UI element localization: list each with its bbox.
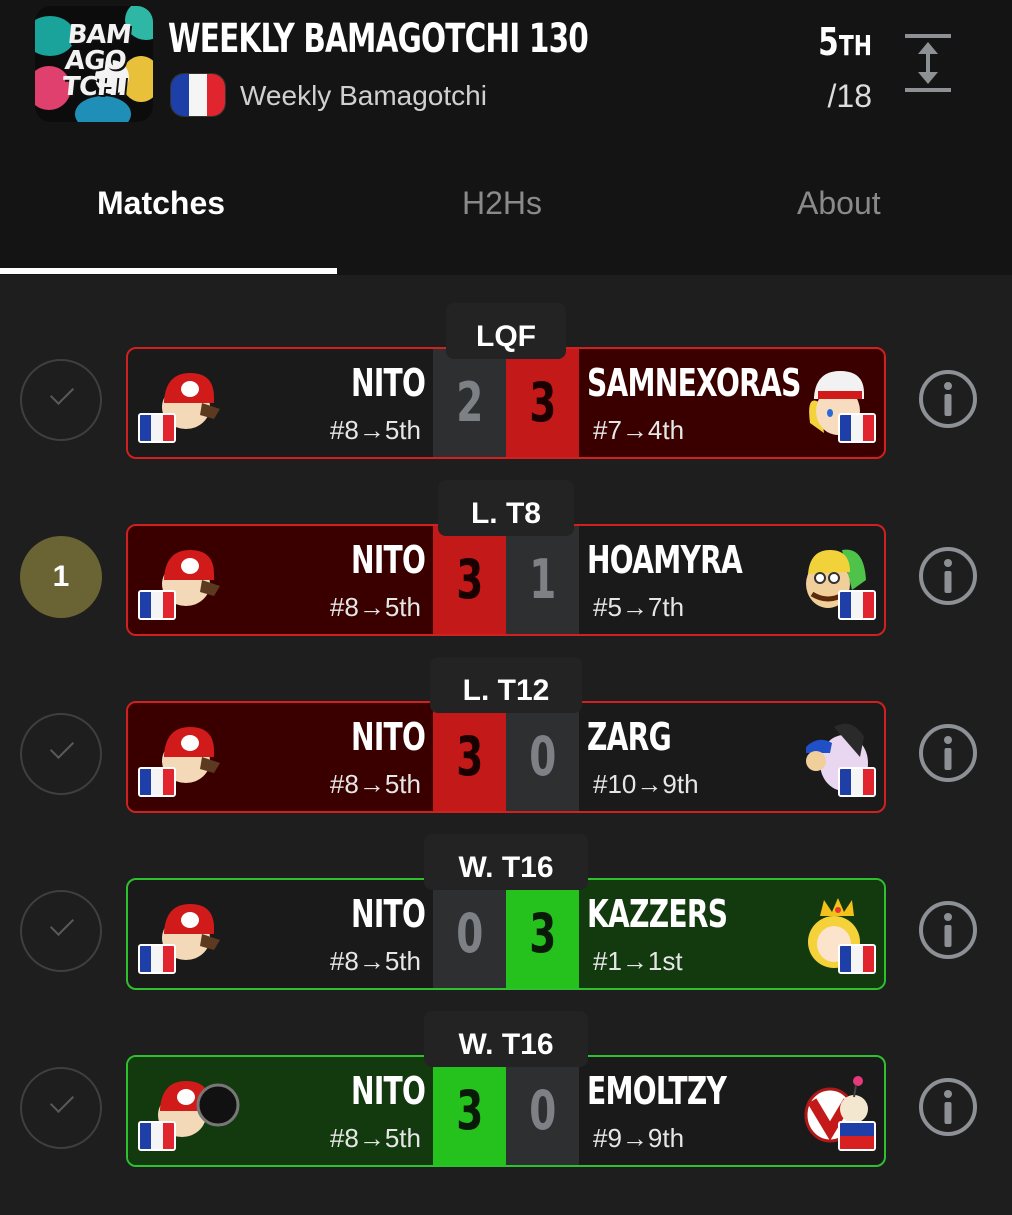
- status-badge: 1: [20, 536, 102, 618]
- france-flag-icon: [138, 1121, 176, 1151]
- placement: 5TH: [818, 20, 872, 64]
- player-name: HOAMYRA: [587, 538, 743, 582]
- france-flag-icon: [138, 413, 176, 443]
- player-seed: #8→5th: [329, 1123, 421, 1153]
- player-name: NITO: [350, 715, 426, 759]
- match-card[interactable]: NITO #8→5th 0 3 KAZZERS #1→1st: [126, 878, 886, 990]
- player-left-score: 3: [433, 1057, 506, 1165]
- tournament-series: Weekly Bamagotchi: [240, 80, 487, 111]
- player-left[interactable]: NITO #8→5th: [128, 1057, 433, 1165]
- player-seed: #1→1st: [593, 946, 683, 976]
- player-right-score: 0: [506, 1057, 579, 1165]
- round-label: W. T16: [424, 834, 588, 890]
- match-info-icon[interactable]: [918, 1077, 978, 1137]
- player-name: NITO: [350, 361, 426, 405]
- tournament-logo: BAM AGO TCHI: [35, 6, 153, 122]
- france-flag-icon: [838, 767, 876, 797]
- france-flag-icon: [138, 944, 176, 974]
- player-name: NITO: [350, 538, 426, 582]
- match-info-icon[interactable]: [918, 546, 978, 606]
- entrant-count: /18: [827, 78, 872, 114]
- france-flag-icon: [838, 944, 876, 974]
- match-card[interactable]: NITO #8→5th 2 3 SAMNEXORAS #7→4th: [126, 347, 886, 459]
- player-right[interactable]: SAMNEXORAS #7→4th: [579, 349, 884, 457]
- completed-check-icon: [20, 713, 102, 795]
- match-row[interactable]: W. T16 NITO #8→5th 3 0 EMOLTZY #9→9th: [0, 1011, 1012, 1215]
- player-right-score: 1: [506, 526, 579, 634]
- placement-number: 5: [818, 20, 839, 64]
- player-left[interactable]: NITO #8→5th: [128, 880, 433, 988]
- france-flag-icon: [170, 73, 226, 117]
- player-right[interactable]: KAZZERS #1→1st: [579, 880, 884, 988]
- completed-check-icon: [20, 1067, 102, 1149]
- tournament-title: WEEKLY BAMAGOTCHI 130: [168, 16, 589, 62]
- player-left-score: 2: [433, 349, 506, 457]
- player-left-score: 3: [433, 526, 506, 634]
- match-info-icon[interactable]: [918, 900, 978, 960]
- player-name: NITO: [350, 1069, 426, 1113]
- player-left-score: 3: [433, 703, 506, 811]
- tab-about[interactable]: About: [797, 185, 881, 222]
- player-right-score: 3: [506, 349, 579, 457]
- expand-collapse-icon[interactable]: [905, 34, 951, 92]
- player-name: NITO: [350, 892, 426, 936]
- player-left[interactable]: NITO #8→5th: [128, 526, 433, 634]
- round-label: L. T8: [438, 480, 574, 536]
- round-label: LQF: [446, 303, 566, 359]
- player-left-score: 0: [433, 880, 506, 988]
- player-seed: #9→9th: [593, 1123, 685, 1153]
- tab-matches[interactable]: Matches: [97, 185, 225, 222]
- logo-text: BAM AGO TCHI: [60, 20, 133, 102]
- active-tab-indicator: [0, 268, 337, 274]
- france-flag-icon: [138, 590, 176, 620]
- round-label: L. T12: [430, 657, 582, 713]
- player-seed: #8→5th: [329, 415, 421, 445]
- player-seed: #5→7th: [593, 592, 685, 622]
- player-right[interactable]: ZARG #10→9th: [579, 703, 884, 811]
- completed-check-icon: [20, 359, 102, 441]
- player-right[interactable]: EMOLTZY #9→9th: [579, 1057, 884, 1165]
- match-info-icon[interactable]: [918, 369, 978, 429]
- player-right[interactable]: HOAMYRA #5→7th: [579, 526, 884, 634]
- player-seed: #8→5th: [329, 592, 421, 622]
- round-label: W. T16: [424, 1011, 588, 1067]
- player-name: ZARG: [587, 715, 672, 759]
- philippines-flag-icon: [838, 1121, 876, 1151]
- player-right-score: 0: [506, 703, 579, 811]
- tab-h2hs[interactable]: H2Hs: [462, 185, 542, 222]
- france-flag-icon: [838, 413, 876, 443]
- player-seed: #8→5th: [329, 946, 421, 976]
- placement-suffix: TH: [838, 29, 872, 62]
- player-left[interactable]: NITO #8→5th: [128, 703, 433, 811]
- player-left[interactable]: NITO #8→5th: [128, 349, 433, 457]
- tournament-header: BAM AGO TCHI WEEKLY BAMAGOTCHI 130 Weekl…: [0, 0, 1012, 275]
- player-seed: #7→4th: [593, 415, 685, 445]
- match-card[interactable]: NITO #8→5th 3 0 ZARG #10→9th: [126, 701, 886, 813]
- france-flag-icon: [838, 590, 876, 620]
- player-seed: #10→9th: [593, 769, 699, 799]
- match-card[interactable]: NITO #8→5th 3 1 HOAMYRA #5→7th: [126, 524, 886, 636]
- player-right-score: 3: [506, 880, 579, 988]
- player-seed: #8→5th: [329, 769, 421, 799]
- completed-check-icon: [20, 890, 102, 972]
- france-flag-icon: [138, 767, 176, 797]
- match-info-icon[interactable]: [918, 723, 978, 783]
- player-name: SAMNEXORAS: [587, 361, 801, 405]
- match-card[interactable]: NITO #8→5th 3 0 EMOLTZY #9→9th: [126, 1055, 886, 1167]
- player-name: KAZZERS: [587, 892, 728, 936]
- player-name: EMOLTZY: [587, 1069, 727, 1113]
